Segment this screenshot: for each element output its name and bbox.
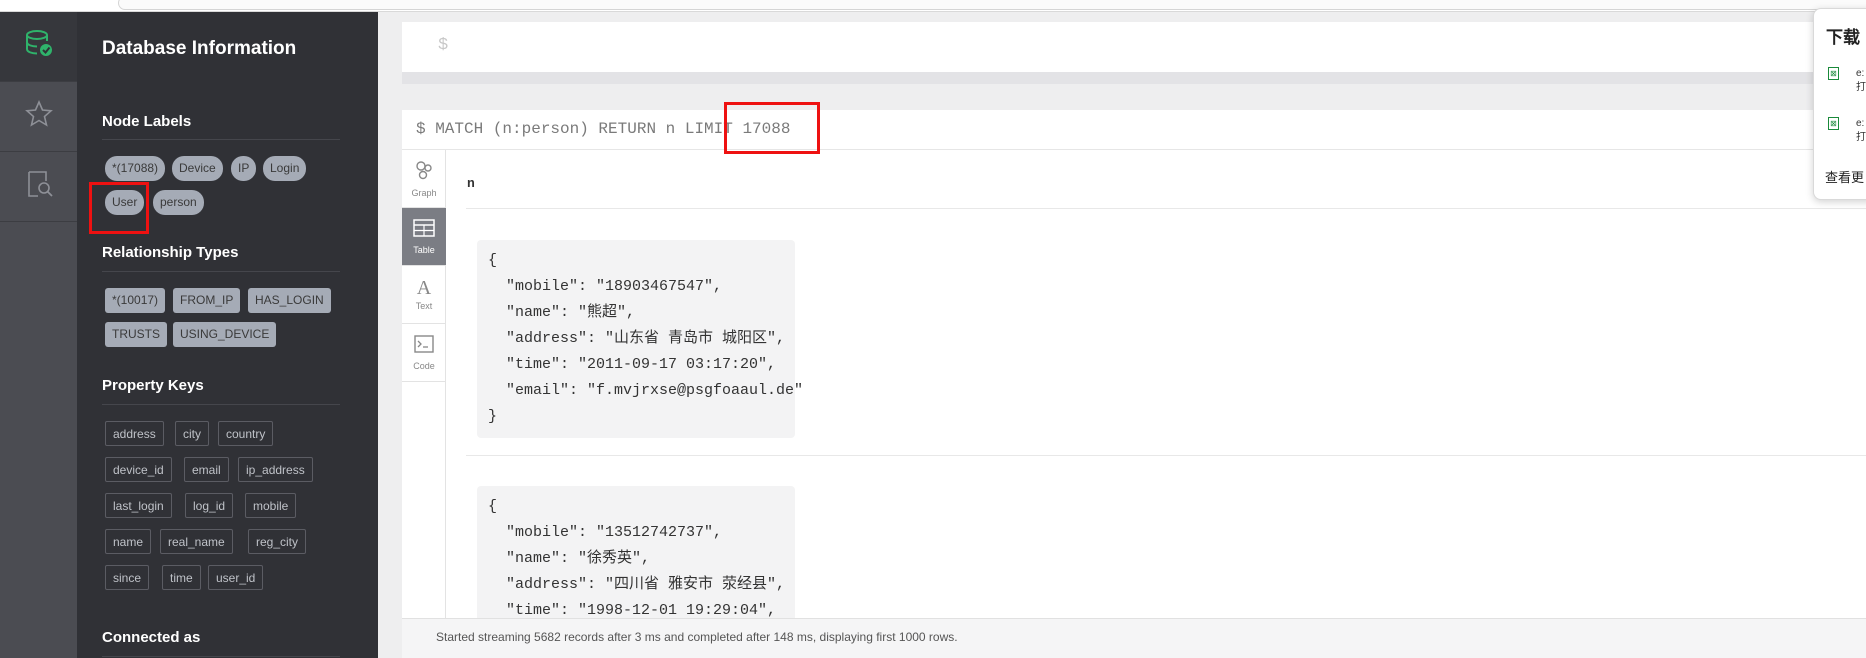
divider (102, 656, 340, 657)
record-open: { (488, 252, 498, 269)
node-label-chip[interactable]: Login (263, 156, 307, 181)
relationship-chip[interactable]: TRUSTS (105, 322, 167, 347)
table-icon (413, 218, 435, 242)
download-popup: 下载 ⊠ e: 打 ⊠ e: 打 查看更 (1813, 8, 1866, 200)
divider (466, 455, 1866, 456)
status-text: Started streaming 5682 records after 3 m… (436, 630, 958, 644)
code-icon (414, 334, 434, 358)
node-label-chip[interactable]: Device (172, 156, 223, 181)
rail-favorites-button[interactable] (0, 82, 77, 152)
tab-table[interactable]: Table (402, 208, 446, 266)
property-key-chip[interactable]: log_id (185, 493, 234, 518)
browser-strip (0, 0, 1866, 12)
query-editor[interactable]: $ (402, 22, 1866, 72)
download-item-name-bottom: 打 (1856, 82, 1866, 93)
spreadsheet-icon: ⊠ (1828, 117, 1839, 130)
record-field: "address": "山东省 青岛市 城阳区", (506, 330, 786, 347)
property-key-chip[interactable]: name (105, 529, 152, 554)
divider (466, 208, 1866, 209)
result-frame: $ MATCH (n:person) RETURN n LIMIT 17088 … (402, 102, 1866, 658)
property-key-chip[interactable]: reg_city (248, 529, 307, 554)
tab-text[interactable]: A Text (402, 266, 446, 324)
table-view: n { "mobile": "18903467547", "name": "熊超… (446, 150, 1866, 618)
tab-table-label: Table (413, 244, 435, 255)
rail-docs-button[interactable] (0, 152, 77, 222)
view-tabs: Graph Table A Text Code (402, 150, 446, 618)
download-item-name: e: 打 (1856, 117, 1866, 145)
property-key-chip[interactable]: ip_address (238, 457, 313, 482)
tab-code-label: Code (413, 360, 435, 371)
property-key-chip[interactable]: email (184, 457, 229, 482)
view-more-link[interactable]: 查看更 (1825, 167, 1864, 186)
relationship-chip[interactable]: USING_DEVICE (173, 322, 277, 347)
record-field: "mobile": "13512742737", (506, 524, 723, 541)
record-open: { (488, 498, 498, 515)
record-field: "time": "2011-09-17 03:17:20", (506, 356, 777, 373)
property-key-chip[interactable]: country (218, 421, 274, 446)
column-header: n (467, 176, 475, 191)
query-text[interactable]: $ MATCH (n:person) RETURN n LIMIT 17088 (416, 120, 790, 138)
download-item-name-top: e: (1856, 68, 1865, 79)
panel-title: Database Information (102, 38, 297, 59)
divider (102, 139, 340, 140)
editor-prompt: $ (438, 36, 449, 55)
download-popup-title: 下载 (1826, 28, 1860, 47)
property-key-chip[interactable]: device_id (105, 457, 172, 482)
frame-header: $ MATCH (n:person) RETURN n LIMIT 17088 (402, 110, 1866, 150)
property-key-chip[interactable]: user_id (208, 565, 264, 590)
record-cell[interactable]: { "mobile": "18903467547", "name": "熊超",… (477, 240, 804, 438)
property-key-chip[interactable]: city (175, 421, 209, 446)
node-labels-heading: Node Labels (102, 113, 192, 130)
record-field: "mobile": "18903467547", (506, 278, 723, 295)
tab-code[interactable]: Code (402, 324, 446, 382)
node-label-chip[interactable]: User (105, 190, 145, 215)
star-icon (24, 99, 54, 134)
property-key-chip[interactable]: time (162, 565, 201, 590)
property-key-chip[interactable]: real_name (160, 529, 233, 554)
record-field: "address": "四川省 雅安市 荥经县", (506, 576, 786, 593)
database-icon (24, 29, 54, 64)
database-info-panel: Database Information Node Labels *(17088… (77, 12, 378, 658)
relationship-chip[interactable]: HAS_LOGIN (248, 288, 331, 313)
address-bar[interactable] (118, 0, 1866, 10)
download-item[interactable]: ⊠ e: 打 (1828, 67, 1866, 97)
property-key-chip[interactable]: mobile (245, 493, 297, 518)
record-field: "time": "1998-12-01 19:29:04", (506, 602, 777, 618)
relationship-types-heading: Relationship Types (102, 244, 239, 261)
record-field: "name": "熊超", (506, 304, 636, 321)
text-icon: A (416, 277, 432, 299)
node-label-chip[interactable]: IP (231, 156, 257, 181)
divider (102, 271, 340, 272)
editor-footer (402, 72, 1866, 84)
graph-icon (414, 160, 434, 185)
download-item-name-bottom: 打 (1856, 132, 1866, 143)
node-label-chip[interactable]: *(17088) (105, 156, 166, 181)
record-field: "email": "f.mvjrxse@psgfoaaul.de" (506, 382, 804, 399)
property-key-chip[interactable]: address (105, 421, 164, 446)
record-cell[interactable]: { "mobile": "13512742737", "name": "徐秀英"… (477, 486, 795, 618)
property-key-chip[interactable]: last_login (105, 493, 172, 518)
record-field: "name": "徐秀英", (506, 550, 651, 567)
property-key-chip[interactable]: since (105, 565, 150, 590)
relationship-chip[interactable]: FROM_IP (173, 288, 241, 313)
tab-graph-label: Graph (411, 187, 437, 198)
relationship-chip[interactable]: *(10017) (105, 288, 166, 313)
search-docs-icon (24, 169, 54, 204)
property-keys-heading: Property Keys (102, 377, 204, 394)
download-item[interactable]: ⊠ e: 打 (1828, 117, 1866, 147)
status-bar: Started streaming 5682 records after 3 m… (402, 618, 1866, 658)
divider (102, 404, 340, 405)
rail-database-button[interactable] (0, 12, 77, 82)
tab-graph[interactable]: Graph (402, 150, 446, 208)
main-area: $ $ MATCH (n:person) RETURN n LIMIT 1708… (378, 12, 1866, 658)
node-label-chip[interactable]: person (153, 190, 204, 215)
spreadsheet-icon: ⊠ (1828, 67, 1839, 80)
tab-text-label: Text (415, 301, 433, 311)
download-item-name-top: e: (1856, 118, 1865, 129)
download-item-name: e: 打 (1856, 67, 1866, 95)
record-close: } (488, 408, 498, 425)
icon-rail (0, 12, 77, 658)
connected-as-heading: Connected as (102, 629, 201, 646)
